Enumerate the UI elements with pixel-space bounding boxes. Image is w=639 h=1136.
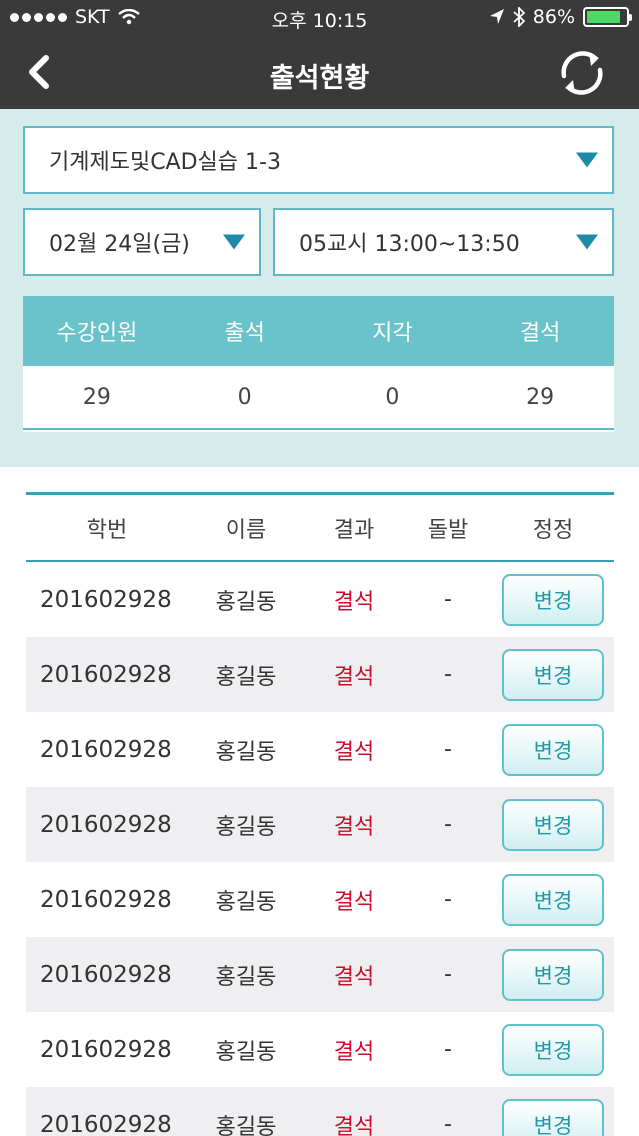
attendance-result: 결석 (333, 814, 375, 840)
attendance-result: 결석 (333, 1114, 375, 1136)
table-body: 201602928 홍길동 결석 - 변경 201602928 홍길동 결석 - 변경 201602… (26, 562, 614, 1136)
change-button[interactable]: 변경 (502, 873, 604, 926)
student-name: 홍길동 (215, 1114, 277, 1136)
attendance-result: 결석 (333, 664, 375, 690)
student-name: 홍길동 (215, 739, 277, 765)
student-name: 홍길동 (215, 664, 277, 690)
sudden-status: - (444, 887, 452, 912)
table-row: 201602928 홍길동 결석 - 변경 (26, 562, 614, 637)
summary-value-late: 0 (385, 384, 400, 410)
bluetooth-icon (513, 7, 525, 27)
location-icon (489, 9, 504, 24)
correction-cell: 변경 (492, 562, 614, 637)
header-result: 결과 (333, 517, 375, 543)
table-header: 학번 이름 결과 돌발 정정 (26, 492, 614, 562)
correction-cell: 변경 (492, 937, 614, 1012)
battery-fill (587, 11, 620, 23)
header-correction: 정정 (532, 517, 574, 543)
table-row: 201602928 홍길동 결석 - 변경 (26, 787, 614, 862)
table-row: 201602928 홍길동 결석 - 변경 (26, 862, 614, 937)
period-select-value: 05교시 13:00~13:50 (299, 232, 520, 257)
sudden-status: - (444, 737, 452, 762)
sudden-status: - (444, 812, 452, 837)
dropdown-arrow-icon (223, 234, 245, 250)
correction-cell: 변경 (492, 862, 614, 937)
change-button[interactable]: 변경 (502, 573, 604, 626)
attendance-summary: 수강인원 출석 지각 결석 29 0 0 29 (23, 296, 614, 432)
attendance-result: 결석 (333, 1039, 375, 1065)
correction-cell: 변경 (492, 1087, 614, 1136)
student-name: 홍길동 (215, 589, 277, 615)
student-id: 201602928 (40, 736, 172, 763)
summary-header-absent: 결석 (519, 321, 561, 346)
correction-cell: 변경 (492, 712, 614, 787)
change-button[interactable]: 변경 (502, 1023, 604, 1076)
nav-bar: 출석현황 (0, 36, 639, 109)
student-id: 201602928 (40, 1036, 172, 1063)
header-name: 이름 (225, 517, 267, 543)
student-id: 201602928 (40, 586, 172, 613)
student-id: 201602928 (40, 811, 172, 838)
status-right: 86% (489, 6, 632, 28)
correction-cell: 변경 (492, 1012, 614, 1087)
summary-header-late: 지각 (372, 321, 413, 346)
header-sudden: 돌발 (427, 517, 469, 543)
change-button[interactable]: 변경 (502, 648, 604, 701)
battery-icon (583, 7, 632, 27)
student-id: 201602928 (40, 661, 172, 688)
sudden-status: - (444, 1037, 452, 1062)
student-name: 홍길동 (215, 889, 277, 915)
student-name: 홍길동 (215, 1039, 277, 1065)
student-table: 학번 이름 결과 돌발 정정 201602928 홍길동 결석 - 변경 20160292… (26, 492, 614, 1136)
summary-value-present: 0 (237, 384, 252, 410)
correction-cell: 변경 (492, 787, 614, 862)
summary-header: 수강인원 출석 지각 결석 (23, 296, 614, 366)
sudden-status: - (444, 1112, 452, 1136)
attendance-result: 결석 (333, 739, 375, 765)
summary-header-enrolled: 수강인원 (56, 321, 138, 346)
sudden-status: - (444, 587, 452, 612)
student-id: 201602928 (40, 886, 172, 913)
student-id: 201602928 (40, 1111, 172, 1136)
table-row: 201602928 홍길동 결석 - 변경 (26, 1087, 614, 1136)
attendance-result: 결석 (333, 589, 375, 615)
status-bar: SKT 오후 10:15 86% (0, 0, 639, 36)
date-select-value: 02월 24일(금) (49, 232, 190, 257)
change-button[interactable]: 변경 (502, 798, 604, 851)
dropdown-arrow-icon (576, 152, 598, 168)
student-id: 201602928 (40, 961, 172, 988)
table-row: 201602928 홍길동 결석 - 변경 (26, 937, 614, 1012)
header-student-id: 학번 (86, 517, 128, 543)
change-button[interactable]: 변경 (502, 948, 604, 1001)
student-name: 홍길동 (215, 964, 277, 990)
summary-value-absent: 29 (526, 384, 555, 410)
date-select[interactable]: 02월 24일(금) (23, 208, 261, 276)
student-name: 홍길동 (215, 814, 277, 840)
table-row: 201602928 홍길동 결석 - 변경 (26, 712, 614, 787)
table-row: 201602928 홍길동 결석 - 변경 (26, 1012, 614, 1087)
attendance-result: 결석 (333, 964, 375, 990)
change-button[interactable]: 변경 (502, 723, 604, 776)
correction-cell: 변경 (492, 637, 614, 712)
summary-value-enrolled: 29 (82, 384, 111, 410)
page-title: 출석현황 (269, 63, 370, 94)
summary-values: 29 0 0 29 (23, 366, 614, 430)
table-row: 201602928 홍길동 결석 - 변경 (26, 637, 614, 712)
period-select[interactable]: 05교시 13:00~13:50 (273, 208, 614, 276)
attendance-result: 결석 (333, 889, 375, 915)
course-select-value: 기계제도및CAD실습 1-3 (49, 150, 281, 175)
summary-header-present: 출석 (224, 321, 265, 346)
change-button[interactable]: 변경 (502, 1098, 604, 1136)
sudden-status: - (444, 662, 452, 687)
dropdown-arrow-icon (576, 234, 598, 250)
sudden-status: - (444, 962, 452, 987)
course-select[interactable]: 기계제도및CAD실습 1-3 (23, 126, 614, 194)
filter-panel: 기계제도및CAD실습 1-3 02월 24일(금) 05교시 13:00~13:… (0, 109, 639, 467)
battery-percent: 86% (532, 6, 575, 28)
refresh-icon[interactable] (555, 46, 609, 100)
